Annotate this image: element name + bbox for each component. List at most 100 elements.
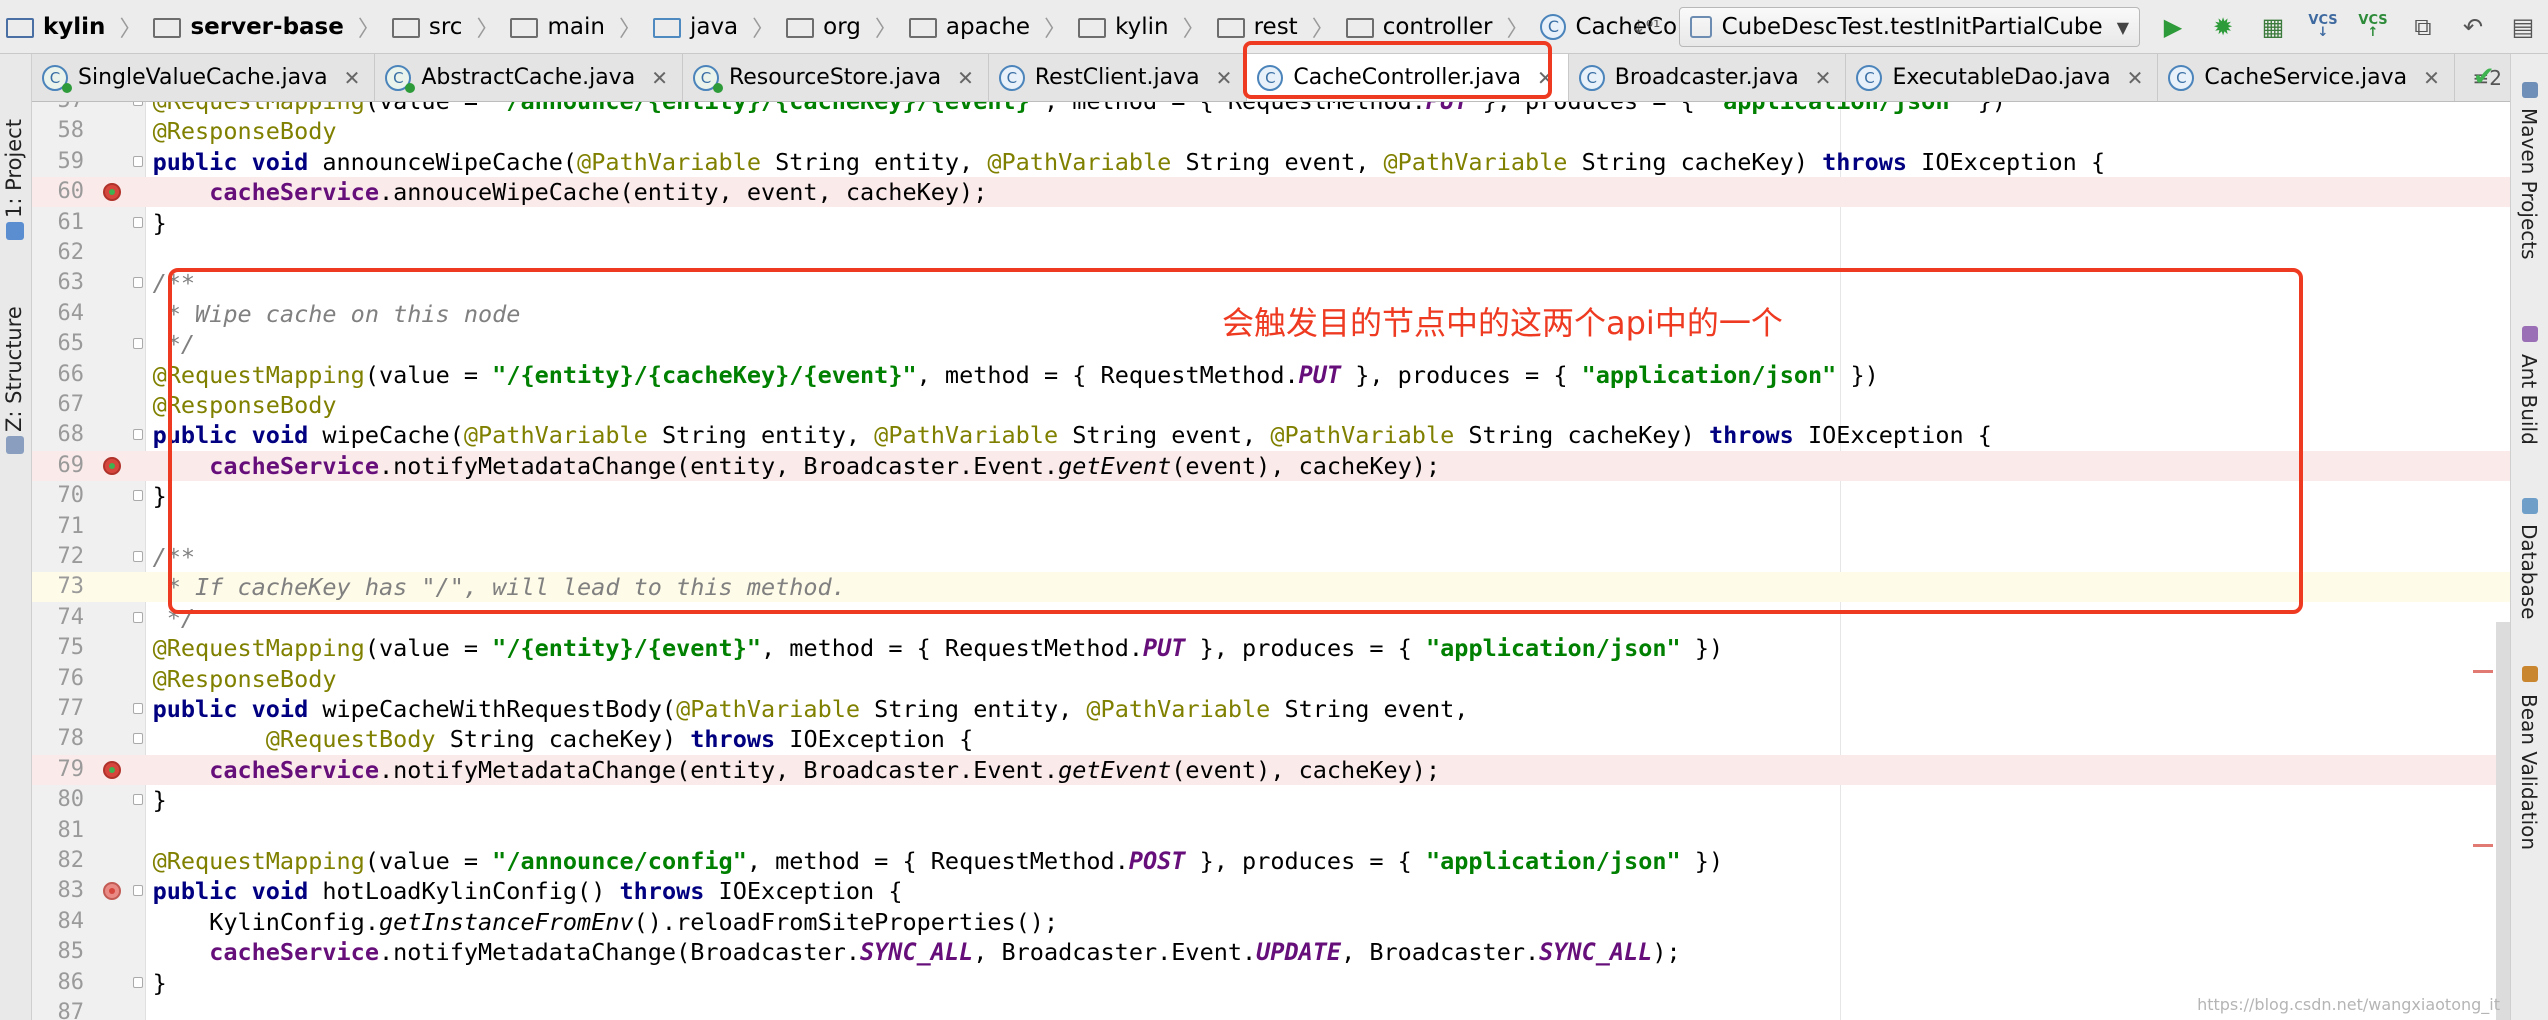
breadcrumb-item[interactable]: apache 〉 xyxy=(908,0,1078,54)
code-line[interactable]: 81 xyxy=(32,816,2510,846)
java-class-icon: C xyxy=(998,64,1025,91)
breadcrumb-item[interactable]: server-base 〉 xyxy=(153,0,391,54)
code-line[interactable]: 75 @RequestMapping(value = "/{entity}/{e… xyxy=(32,633,2510,663)
line-number[interactable]: 86 xyxy=(32,968,85,998)
breadcrumb-item[interactable]: kylin 〉 xyxy=(6,0,153,54)
code-line[interactable]: 62 xyxy=(32,238,2510,268)
vcs-history-icon[interactable]: ⧉ xyxy=(2406,10,2440,44)
code-line[interactable]: 76 @ResponseBody xyxy=(32,664,2510,694)
breadcrumb-item[interactable]: main 〉 xyxy=(510,0,652,54)
bean-validation-button[interactable]: Bean Validation xyxy=(2517,694,2541,850)
breadcrumb-item[interactable]: src 〉 xyxy=(391,0,511,54)
maven-projects-button[interactable]: Maven Projects xyxy=(2517,108,2541,260)
line-number[interactable]: 63 xyxy=(32,268,85,298)
line-number[interactable]: 58 xyxy=(32,116,85,146)
line-number[interactable]: 75 xyxy=(32,633,85,663)
code-editor[interactable]: 57 @RequestMapping(value = "/announce/{e… xyxy=(32,102,2510,1020)
project-panel-button[interactable]: 1: Project xyxy=(2,68,26,218)
line-number[interactable]: 81 xyxy=(32,816,85,846)
code-text: @ResponseBody xyxy=(152,664,337,693)
code-line[interactable]: 85 cacheService.notifyMetadataChange(Bro… xyxy=(32,937,2510,967)
code-line[interactable]: 79 cacheService.notifyMetadataChange(ent… xyxy=(32,754,2510,785)
code-line[interactable]: 57 @RequestMapping(value = "/announce/{e… xyxy=(32,102,2510,116)
line-number[interactable]: 68 xyxy=(32,420,85,450)
line-number[interactable]: 83 xyxy=(32,876,85,906)
editor-tab[interactable]: C SingleValueCache.java ✕ xyxy=(32,54,376,101)
vcs-commit-icon[interactable]: VCS ↑ xyxy=(2356,10,2390,44)
close-icon[interactable]: ✕ xyxy=(2127,66,2144,90)
close-icon[interactable]: ✕ xyxy=(957,66,974,90)
vcs-update-icon[interactable]: VCS ↓ xyxy=(2306,10,2340,44)
line-number[interactable]: 59 xyxy=(32,147,85,177)
close-icon[interactable]: ✕ xyxy=(344,66,361,90)
code-line[interactable]: 83 public void hotLoadKylinConfig() thro… xyxy=(32,876,2510,906)
code-text: @RequestMapping(value = "/announce/{enti… xyxy=(96,102,2006,116)
line-number[interactable]: 76 xyxy=(32,664,85,694)
error-stripe-mark[interactable] xyxy=(2473,670,2493,673)
project-structure-icon[interactable]: ▤ xyxy=(2506,10,2540,44)
line-number[interactable]: 79 xyxy=(32,755,85,785)
run-configuration-select[interactable]: CubeDescTest.testInitPartialCube ▼ xyxy=(1678,7,2140,47)
code-line[interactable]: 60 cacheService.annouceWipeCache(entity,… xyxy=(32,177,2510,208)
run-icon[interactable]: ▶ xyxy=(2156,10,2190,44)
line-number[interactable]: 70 xyxy=(32,481,85,511)
line-number[interactable]: 77 xyxy=(32,694,85,724)
close-icon[interactable]: ✕ xyxy=(1216,66,1233,90)
code-line[interactable]: 59 public void announceWipeCache(@PathVa… xyxy=(32,147,2510,177)
line-number[interactable]: 80 xyxy=(32,785,85,815)
breadcrumb-item[interactable]: org 〉 xyxy=(786,0,909,54)
line-number[interactable]: 84 xyxy=(32,907,85,937)
code-line[interactable]: 77 public void wipeCacheWithRequestBody(… xyxy=(32,694,2510,724)
error-stripe-mark[interactable] xyxy=(2473,844,2493,847)
java-class-icon: C xyxy=(2168,64,2195,91)
structure-panel-button[interactable]: Z: Structure xyxy=(2,302,26,432)
code-line[interactable]: 84 KylinConfig.getInstanceFromEnv().relo… xyxy=(32,907,2510,937)
editor-scrollbar[interactable] xyxy=(2496,622,2510,1020)
coverage-icon[interactable]: ▦ xyxy=(2256,10,2290,44)
database-button[interactable]: Database xyxy=(2517,524,2541,619)
breadcrumb-label: kylin xyxy=(43,13,106,40)
code-line[interactable]: 61 } xyxy=(32,208,2510,238)
editor-tab[interactable]: C Broadcaster.java ✕ xyxy=(1569,54,1847,101)
editor-tab[interactable]: C ExecutableDao.java ✕ xyxy=(1846,54,2159,101)
line-number[interactable]: 66 xyxy=(32,360,85,390)
line-number[interactable]: 67 xyxy=(32,390,85,420)
line-number[interactable]: 69 xyxy=(32,451,85,481)
revert-icon[interactable]: ↶ xyxy=(2456,10,2490,44)
line-number[interactable]: 57 xyxy=(32,102,85,116)
close-icon[interactable]: ✕ xyxy=(2423,66,2440,90)
line-number[interactable]: 82 xyxy=(32,846,85,876)
line-number[interactable]: 60 xyxy=(32,177,85,207)
code-line[interactable]: 87 xyxy=(32,998,2510,1020)
code-line[interactable]: 86 } xyxy=(32,968,2510,998)
close-icon[interactable]: ✕ xyxy=(1815,66,1832,90)
line-number[interactable]: 62 xyxy=(32,238,85,268)
line-number[interactable]: 64 xyxy=(32,299,85,329)
editor-tab[interactable]: C ResourceStore.java ✕ xyxy=(683,54,989,101)
line-number[interactable]: 85 xyxy=(32,937,85,967)
code-text: } xyxy=(96,968,167,997)
inspection-ok-icon[interactable]: ✔ xyxy=(2473,62,2495,92)
breadcrumb-label: java xyxy=(689,13,739,40)
breadcrumb-item[interactable]: kylin 〉 xyxy=(1078,0,1216,54)
line-number[interactable]: 71 xyxy=(32,512,85,542)
editor-tab[interactable]: C RestClient.java ✕ xyxy=(989,54,1248,101)
build-icon[interactable]: ⇣⁰¹ xyxy=(1629,10,1663,44)
line-number[interactable]: 72 xyxy=(32,542,85,572)
line-number[interactable]: 65 xyxy=(32,329,85,359)
code-line[interactable]: 82 @RequestMapping(value = "/announce/co… xyxy=(32,846,2510,876)
ant-build-button[interactable]: Ant Build xyxy=(2517,354,2541,445)
code-line[interactable]: 80 } xyxy=(32,785,2510,815)
breadcrumb-item[interactable]: java 〉 xyxy=(652,0,786,54)
code-line[interactable]: 58 @ResponseBody xyxy=(32,116,2510,146)
editor-tab[interactable]: C AbstractCache.java ✕ xyxy=(375,54,683,101)
line-number[interactable]: 87 xyxy=(32,998,85,1020)
line-number[interactable]: 73 xyxy=(32,572,85,602)
line-number[interactable]: 74 xyxy=(32,603,85,633)
close-icon[interactable]: ✕ xyxy=(651,66,668,90)
debug-icon[interactable]: ✹ xyxy=(2206,10,2240,44)
editor-tab[interactable]: C CacheService.java ✕ xyxy=(2158,54,2455,101)
code-line[interactable]: 78 @RequestBody String cacheKey) throws … xyxy=(32,724,2510,754)
line-number[interactable]: 78 xyxy=(32,724,85,754)
line-number[interactable]: 61 xyxy=(32,208,85,238)
